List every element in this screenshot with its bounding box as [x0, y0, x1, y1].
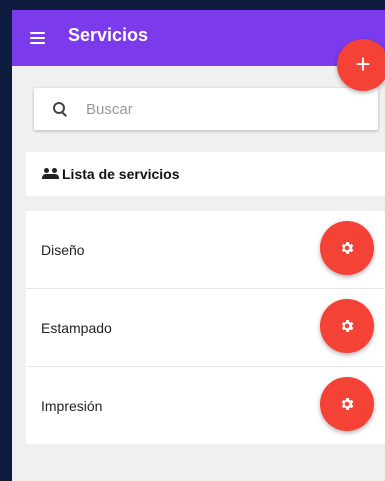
services-list: Diseño Estampado Impresión: [26, 211, 385, 444]
list-header-label: Lista de servicios: [62, 166, 180, 182]
list-item[interactable]: Diseño: [26, 211, 385, 289]
page-title: Servicios: [68, 24, 149, 45]
plus-icon: +: [355, 49, 371, 79]
gear-icon: [339, 396, 355, 412]
search-icon: [52, 101, 68, 117]
service-settings-button[interactable]: [320, 221, 374, 275]
list-item[interactable]: Estampado: [26, 289, 385, 367]
service-label: Estampado: [41, 319, 112, 336]
app-window: Servicios + Lista de servicios Diseño Es…: [12, 10, 385, 481]
service-label: Impresión: [41, 398, 103, 414]
gear-icon: [339, 240, 355, 256]
list-header: Lista de servicios: [26, 152, 385, 196]
search-input[interactable]: [84, 99, 338, 119]
gear-icon: [339, 318, 355, 334]
people-icon: [42, 168, 60, 180]
service-settings-button[interactable]: [320, 377, 374, 431]
list-item[interactable]: Impresión: [26, 367, 385, 445]
service-settings-button[interactable]: [320, 299, 374, 353]
hamburger-menu-icon[interactable]: [30, 27, 52, 49]
service-label: Diseño: [41, 241, 85, 258]
search-bar: [34, 88, 378, 130]
add-service-button[interactable]: +: [337, 39, 385, 91]
app-bar: Servicios: [12, 10, 385, 66]
